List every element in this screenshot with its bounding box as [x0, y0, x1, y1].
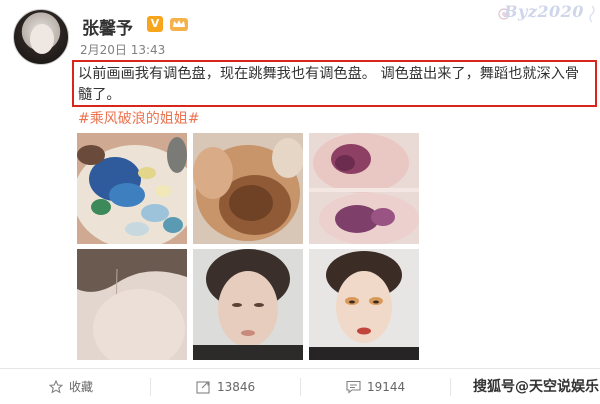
photo-forehead[interactable]	[77, 249, 187, 360]
elbow-image	[193, 133, 303, 244]
comment-icon	[346, 380, 361, 394]
photo-knees[interactable]	[309, 133, 419, 244]
crown-badge-icon	[170, 18, 188, 31]
face-image	[193, 249, 303, 360]
post-text-line1: 以前画画我有调色盘，现在跳舞我也有调色盘。 调色盘出来了，舞蹈也就深入骨	[78, 66, 580, 82]
star-icon	[49, 379, 63, 394]
post-text-line2: 髓了。	[78, 87, 121, 103]
hashtag-link[interactable]: #乘风破浪的姐姐#	[78, 108, 199, 128]
photo-palette[interactable]	[77, 133, 187, 244]
verified-badge: V	[147, 16, 163, 32]
palette-image	[77, 133, 187, 244]
action-separator	[450, 378, 451, 396]
photo-portrait[interactable]	[309, 249, 419, 360]
action-separator	[150, 378, 151, 396]
favorite-label: 收藏	[69, 380, 94, 394]
author-name[interactable]: 张馨予	[82, 14, 133, 39]
sohu-watermark: 搜狐号@天空说娱乐	[473, 379, 599, 395]
repost-count: 13846	[217, 379, 256, 394]
photo-face[interactable]	[193, 249, 303, 360]
favorite-button[interactable]: 收藏	[49, 369, 93, 404]
repost-icon	[196, 380, 210, 394]
forehead-image	[77, 249, 187, 360]
portrait-image	[309, 249, 419, 360]
avatar[interactable]	[13, 9, 69, 65]
comment-button[interactable]: 19144	[346, 369, 405, 404]
post-time[interactable]: 2月20日 13:43	[80, 41, 165, 58]
photo-elbow[interactable]	[193, 133, 303, 244]
action-separator	[300, 378, 301, 396]
comment-count: 19144	[367, 379, 406, 394]
watermark-top: Byz2020	[504, 2, 584, 21]
repost-button[interactable]: 13846	[196, 369, 255, 404]
knees-image	[309, 133, 419, 244]
